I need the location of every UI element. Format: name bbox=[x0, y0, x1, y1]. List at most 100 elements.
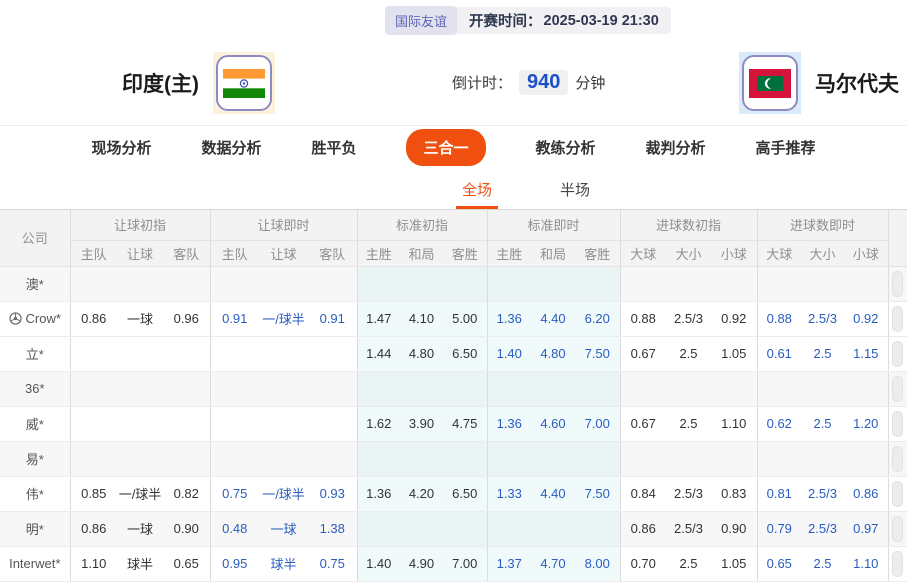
row-action-button[interactable] bbox=[892, 446, 903, 472]
odds-cell: 0.91 bbox=[308, 301, 357, 336]
tab-裁判分析[interactable]: 裁判分析 bbox=[646, 137, 706, 158]
odds-cell bbox=[400, 266, 443, 301]
period-tab-全场[interactable]: 全场 bbox=[459, 169, 495, 209]
odds-cell bbox=[620, 371, 666, 406]
home-team-group: 印度(主) bbox=[122, 52, 275, 114]
table-row: Crow*0.86一球0.960.91一/球半0.911.474.105.001… bbox=[0, 301, 907, 336]
row-action-button[interactable] bbox=[892, 551, 903, 577]
row-action-button[interactable] bbox=[892, 306, 903, 332]
odds-cell: 0.92 bbox=[844, 301, 888, 336]
odds-cell: 0.67 bbox=[620, 406, 666, 441]
column-header-大球: 大球 bbox=[757, 240, 801, 266]
odds-cell bbox=[801, 441, 844, 476]
row-action-button[interactable] bbox=[892, 516, 903, 542]
tab-数据分析[interactable]: 数据分析 bbox=[201, 137, 261, 158]
odds-cell bbox=[575, 371, 620, 406]
company-name: 威* bbox=[0, 406, 70, 441]
column-header-客胜: 客胜 bbox=[443, 240, 487, 266]
odds-cell bbox=[531, 266, 575, 301]
column-header-主队: 主队 bbox=[70, 240, 117, 266]
countdown-value: 940 bbox=[519, 70, 568, 95]
countdown-label: 倒计时： bbox=[452, 72, 512, 93]
odds-cell bbox=[757, 266, 801, 301]
odds-cell: 0.90 bbox=[163, 511, 210, 546]
odds-cell bbox=[757, 441, 801, 476]
soccer-ball-icon bbox=[9, 312, 22, 325]
home-team-name: 印度(主) bbox=[122, 68, 199, 98]
tab-教练分析[interactable]: 教练分析 bbox=[536, 137, 596, 158]
edge-cell bbox=[888, 336, 907, 371]
odds-cell bbox=[210, 406, 259, 441]
odds-cell bbox=[259, 371, 308, 406]
odds-cell bbox=[357, 511, 400, 546]
odds-cell: 0.84 bbox=[620, 476, 666, 511]
table-row: 36* bbox=[0, 371, 907, 406]
edge-column-header bbox=[888, 210, 907, 266]
home-flag-box bbox=[213, 52, 275, 114]
odds-cell: 0.86 bbox=[70, 511, 117, 546]
tab-三合一[interactable]: 三合一 bbox=[406, 129, 485, 166]
odds-cell: 4.40 bbox=[531, 301, 575, 336]
odds-cell bbox=[620, 441, 666, 476]
row-action-button[interactable] bbox=[892, 271, 903, 297]
odds-cell: 3.90 bbox=[400, 406, 443, 441]
column-header-小球: 小球 bbox=[844, 240, 888, 266]
odds-cell: 7.50 bbox=[575, 476, 620, 511]
odds-cell: 4.20 bbox=[400, 476, 443, 511]
odds-cell: 1.10 bbox=[844, 546, 888, 581]
odds-cell bbox=[711, 441, 757, 476]
odds-cell: 0.90 bbox=[711, 511, 757, 546]
odds-cell: 8.00 bbox=[575, 546, 620, 581]
odds-cell bbox=[666, 266, 711, 301]
tab-现场分析[interactable]: 现场分析 bbox=[91, 137, 151, 158]
odds-cell bbox=[487, 266, 531, 301]
tab-胜平负[interactable]: 胜平负 bbox=[311, 137, 356, 158]
row-action-button[interactable] bbox=[892, 411, 903, 437]
odds-cell: 2.5/3 bbox=[666, 301, 711, 336]
odds-cell bbox=[666, 441, 711, 476]
odds-cell: 一/球半 bbox=[259, 301, 308, 336]
company-name: 36* bbox=[0, 371, 70, 406]
row-action-button[interactable] bbox=[892, 341, 903, 367]
odds-cell bbox=[443, 441, 487, 476]
countdown: 倒计时： 940 分钟 bbox=[452, 70, 605, 95]
odds-cell: 0.81 bbox=[757, 476, 801, 511]
odds-cell: 2.5/3 bbox=[666, 511, 711, 546]
odds-cell: 0.48 bbox=[210, 511, 259, 546]
column-header-大小: 大小 bbox=[801, 240, 844, 266]
odds-cell bbox=[844, 266, 888, 301]
odds-cell bbox=[357, 441, 400, 476]
odds-cell bbox=[117, 406, 163, 441]
odds-cell bbox=[487, 371, 531, 406]
odds-cell: 1.40 bbox=[357, 546, 400, 581]
odds-cell: 1.44 bbox=[357, 336, 400, 371]
odds-cell bbox=[575, 266, 620, 301]
row-action-button[interactable] bbox=[892, 376, 903, 402]
odds-cell bbox=[117, 441, 163, 476]
away-team-group: 马尔代夫 bbox=[739, 52, 899, 114]
odds-cell bbox=[487, 441, 531, 476]
odds-cell: 4.80 bbox=[400, 336, 443, 371]
company-name: 澳* bbox=[0, 266, 70, 301]
row-action-button[interactable] bbox=[892, 481, 903, 507]
away-flag-box bbox=[739, 52, 801, 114]
odds-cell bbox=[757, 371, 801, 406]
edge-cell bbox=[888, 266, 907, 301]
odds-cell: 2.5 bbox=[801, 406, 844, 441]
period-tab-半场[interactable]: 半场 bbox=[557, 169, 593, 209]
odds-cell: 1.10 bbox=[70, 546, 117, 581]
odds-cell: 0.86 bbox=[620, 511, 666, 546]
tab-高手推荐[interactable]: 高手推荐 bbox=[756, 137, 816, 158]
table-row: 伟*0.85一/球半0.820.75一/球半0.931.364.206.501.… bbox=[0, 476, 907, 511]
column-header-主胜: 主胜 bbox=[357, 240, 400, 266]
odds-cell bbox=[117, 266, 163, 301]
odds-cell: 0.82 bbox=[163, 476, 210, 511]
company-name: Interwet* bbox=[0, 546, 70, 581]
odds-cell: 2.5/3 bbox=[801, 511, 844, 546]
odds-cell bbox=[70, 266, 117, 301]
column-header-大球: 大球 bbox=[620, 240, 666, 266]
odds-cell: 6.20 bbox=[575, 301, 620, 336]
odds-cell: 1.36 bbox=[487, 301, 531, 336]
odds-cell: 1.37 bbox=[487, 546, 531, 581]
odds-cell: 2.5/3 bbox=[666, 476, 711, 511]
